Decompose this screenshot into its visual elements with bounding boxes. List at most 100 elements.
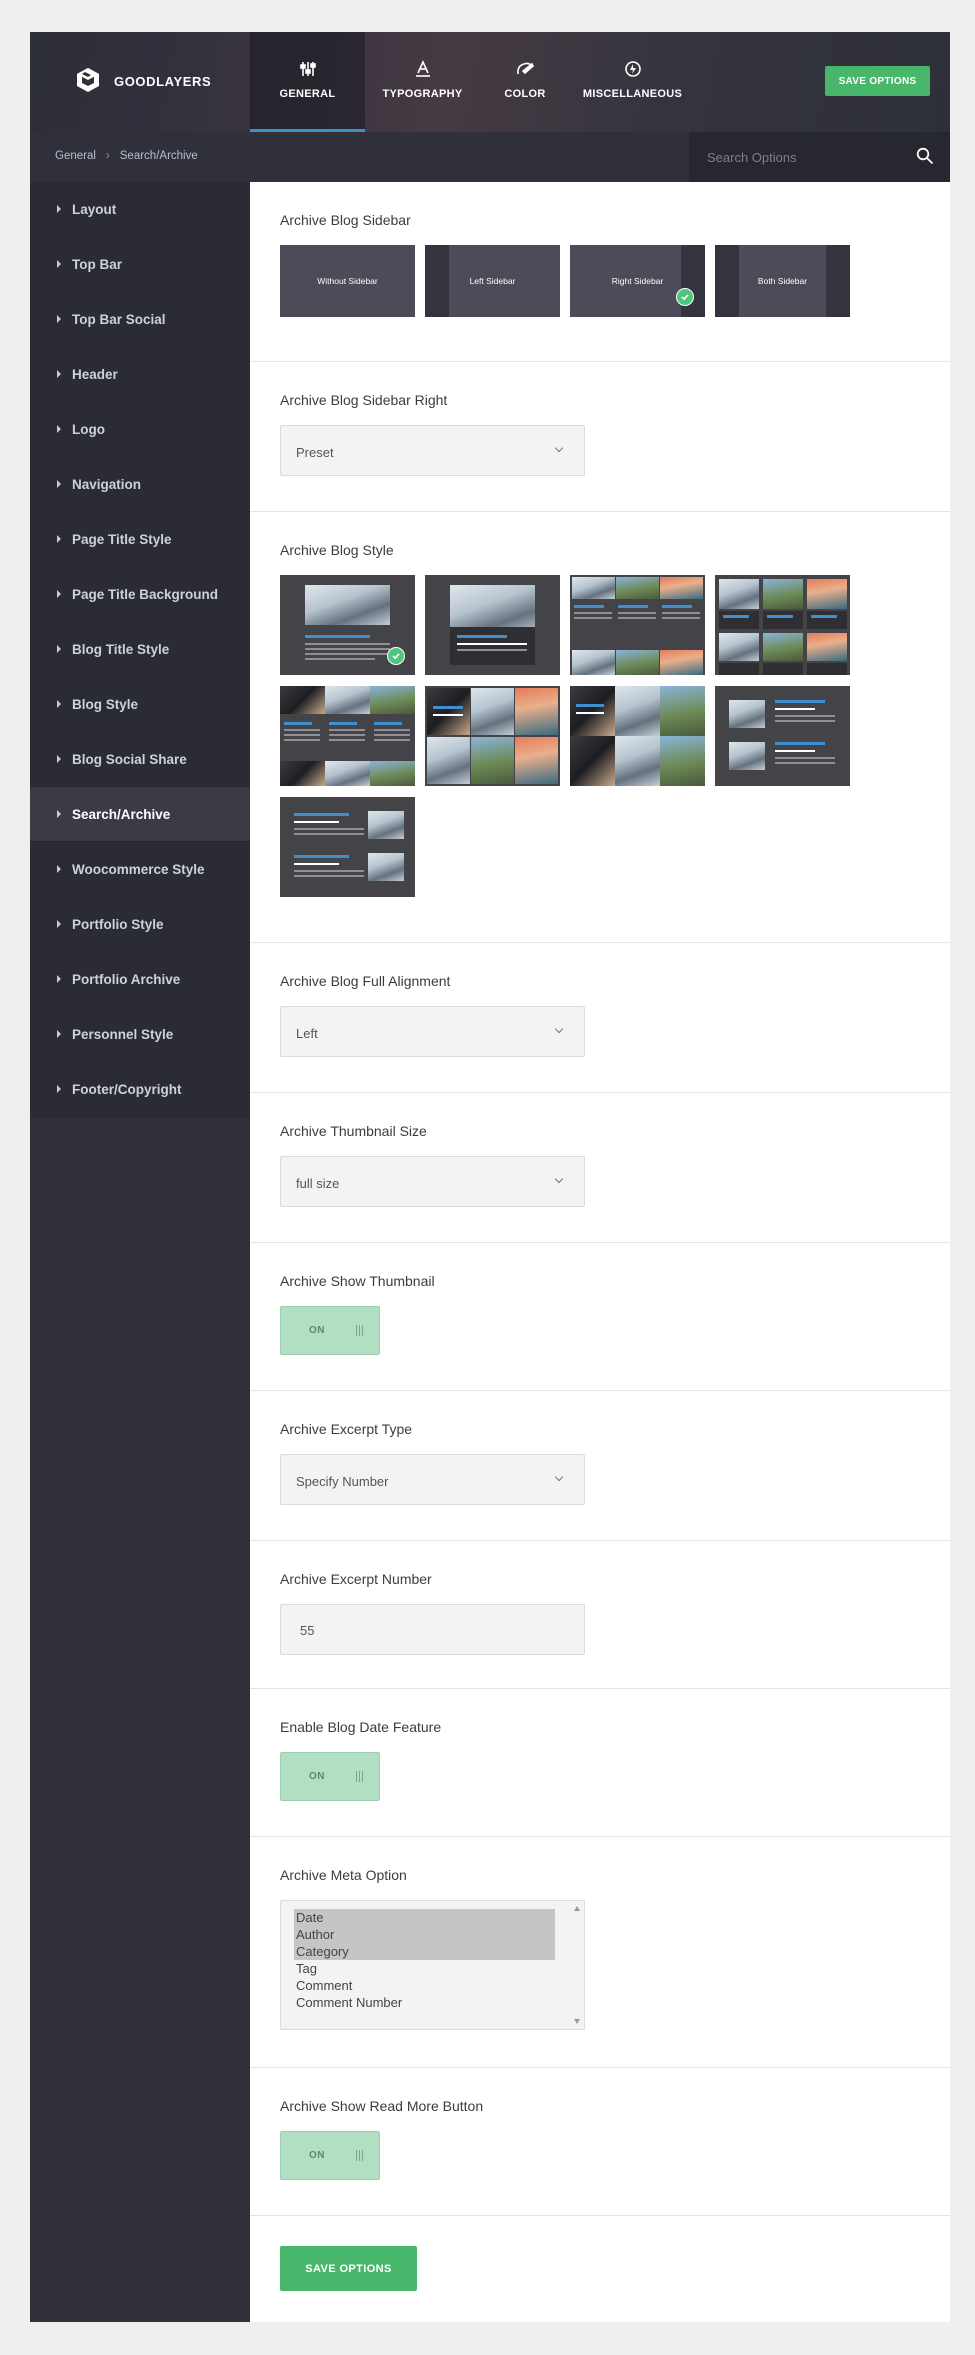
section-archive-blog-full-alignment: Archive Blog Full Alignment Left <box>250 943 950 1093</box>
top-header: GOODLAYERS GENERAL TYPOGRAPHY COLOR MISC… <box>30 32 950 132</box>
section-title: Archive Thumbnail Size <box>280 1123 427 1139</box>
breadcrumb: General › Search/Archive <box>55 150 198 162</box>
blog-style-option[interactable] <box>280 575 415 675</box>
sidebar-item-portfolio-archive[interactable]: Portfolio Archive <box>30 952 250 1007</box>
toggle-state: ON <box>309 1771 325 1782</box>
sidebar-item-blog-title-style[interactable]: Blog Title Style <box>30 622 250 677</box>
sidebar-item-footer-copyright[interactable]: Footer/Copyright <box>30 1062 250 1117</box>
tab-general[interactable]: GENERAL <box>250 32 365 132</box>
admin-panel: GOODLAYERS GENERAL TYPOGRAPHY COLOR MISC… <box>30 32 950 2322</box>
blog-style-option[interactable] <box>570 686 705 786</box>
excerpt-number-input[interactable]: 55 <box>280 1604 585 1655</box>
caret-right-icon <box>57 645 61 653</box>
read-more-toggle[interactable]: ON <box>280 2131 380 2180</box>
section-archive-thumbnail-size: Archive Thumbnail Size full size <box>250 1093 950 1243</box>
brand-name: GOODLAYERS <box>114 74 212 89</box>
blog-style-option[interactable] <box>425 686 560 786</box>
breadcrumb-root[interactable]: General <box>55 150 96 162</box>
save-options-bottom-button[interactable]: SAVE OPTIONS <box>280 2246 417 2291</box>
meta-option-category[interactable]: Category <box>294 1943 555 1960</box>
thumbnail-size-select[interactable]: full size <box>280 1156 585 1207</box>
meta-option-multiselect[interactable]: Date Author Category Tag Comment Comment… <box>280 1900 585 2030</box>
save-options-button[interactable]: SAVE OPTIONS <box>825 66 930 96</box>
sidebar-item-header[interactable]: Header <box>30 347 250 402</box>
scroll-up-arrow-icon[interactable] <box>574 1906 580 1911</box>
blog-style-option[interactable] <box>280 686 415 786</box>
sidebar-item-label: Blog Title Style <box>72 641 170 657</box>
select-value: Left <box>296 1026 318 1041</box>
sidebar-option-right[interactable]: Right Sidebar <box>570 245 705 317</box>
sidebar-item-label: Search/Archive <box>72 806 171 822</box>
date-feature-toggle[interactable]: ON <box>280 1752 380 1801</box>
section-archive-meta-option: Archive Meta Option Date Author Category… <box>250 1837 950 2068</box>
sidebar-layout-options: Without Sidebar Left Sidebar Right Sideb… <box>280 245 920 317</box>
caret-right-icon <box>57 920 61 928</box>
sidebar-bar <box>715 245 739 317</box>
sidebar-item-layout[interactable]: Layout <box>30 182 250 237</box>
options-content: Archive Blog Sidebar Without Sidebar Lef… <box>250 182 950 2291</box>
sidebar-item-blog-social-share[interactable]: Blog Social Share <box>30 732 250 787</box>
meta-option-author[interactable]: Author <box>294 1926 555 1943</box>
sidebar-item-navigation[interactable]: Navigation <box>30 457 250 512</box>
sidebar-option-without[interactable]: Without Sidebar <box>280 245 415 317</box>
sidebar-item-label: Woocommerce Style <box>72 861 205 877</box>
option-label: Without Sidebar <box>317 276 378 286</box>
scroll-down-arrow-icon[interactable] <box>574 2019 580 2024</box>
select-value: full size <box>296 1176 340 1191</box>
tab-miscellaneous[interactable]: MISCELLANEOUS <box>570 32 695 132</box>
breadcrumb-current: Search/Archive <box>119 150 198 162</box>
blog-style-option[interactable] <box>425 575 560 675</box>
full-alignment-select[interactable]: Left <box>280 1006 585 1057</box>
sidebar-item-portfolio-style[interactable]: Portfolio Style <box>30 897 250 952</box>
option-label: Right Sidebar <box>611 276 664 286</box>
blog-style-option[interactable] <box>715 575 850 675</box>
sidebar-item-label: Logo <box>72 421 105 437</box>
sidebar-item-label: Portfolio Archive <box>72 971 181 987</box>
excerpt-type-select[interactable]: Specify Number <box>280 1454 585 1505</box>
toggle-grip-icon <box>356 2150 363 2161</box>
caret-right-icon <box>57 810 61 818</box>
sidebar-item-top-bar[interactable]: Top Bar <box>30 237 250 292</box>
sidebar-item-page-title-background[interactable]: Page Title Background <box>30 567 250 622</box>
search-input[interactable] <box>707 146 907 168</box>
sidebar-option-left[interactable]: Left Sidebar <box>425 245 560 317</box>
selected-check-icon <box>387 647 405 665</box>
tab-typography[interactable]: TYPOGRAPHY <box>365 32 480 132</box>
blog-style-option[interactable] <box>570 575 705 675</box>
sidebar-item-label: Header <box>72 366 118 382</box>
meta-option-tag[interactable]: Tag <box>294 1960 555 1977</box>
search-icon[interactable] <box>916 147 934 170</box>
caret-right-icon <box>57 480 61 488</box>
meta-option-comment[interactable]: Comment <box>294 1977 555 1994</box>
section-archive-blog-sidebar: Archive Blog Sidebar Without Sidebar Lef… <box>250 182 950 362</box>
sidebar-item-woocommerce-style[interactable]: Woocommerce Style <box>30 842 250 897</box>
blog-style-options <box>280 575 920 900</box>
logo[interactable]: GOODLAYERS <box>74 66 211 97</box>
show-thumbnail-toggle[interactable]: ON <box>280 1306 380 1355</box>
sidebar-item-logo[interactable]: Logo <box>30 402 250 457</box>
goodlayers-logo-icon <box>74 66 102 97</box>
sidebar-item-top-bar-social[interactable]: Top Bar Social <box>30 292 250 347</box>
chevron-down-icon <box>554 443 564 453</box>
meta-option-comment-number[interactable]: Comment Number <box>294 1994 555 2011</box>
toggle-grip-icon <box>356 1771 363 1782</box>
color-brush-icon <box>480 60 570 82</box>
sidebar-item-page-title-style[interactable]: Page Title Style <box>30 512 250 567</box>
meta-option-date[interactable]: Date <box>294 1909 555 1926</box>
caret-right-icon <box>57 205 61 213</box>
caret-right-icon <box>57 865 61 873</box>
sidebar-item-label: Layout <box>72 201 117 217</box>
toggle-state: ON <box>309 2150 325 2161</box>
sidebar-item-search-archive[interactable]: Search/Archive <box>30 787 250 842</box>
caret-right-icon <box>57 975 61 983</box>
tab-color[interactable]: COLOR <box>480 32 570 132</box>
caret-right-icon <box>57 700 61 708</box>
sidebar-option-both[interactable]: Both Sidebar <box>715 245 850 317</box>
sidebar-item-personnel-style[interactable]: Personnel Style <box>30 1007 250 1062</box>
sidebar-right-select[interactable]: Preset <box>280 425 585 476</box>
blog-style-option[interactable] <box>715 686 850 786</box>
caret-right-icon <box>57 425 61 433</box>
blog-style-option[interactable] <box>280 797 415 897</box>
sidebar-item-blog-style[interactable]: Blog Style <box>30 677 250 732</box>
search-box <box>689 132 950 182</box>
